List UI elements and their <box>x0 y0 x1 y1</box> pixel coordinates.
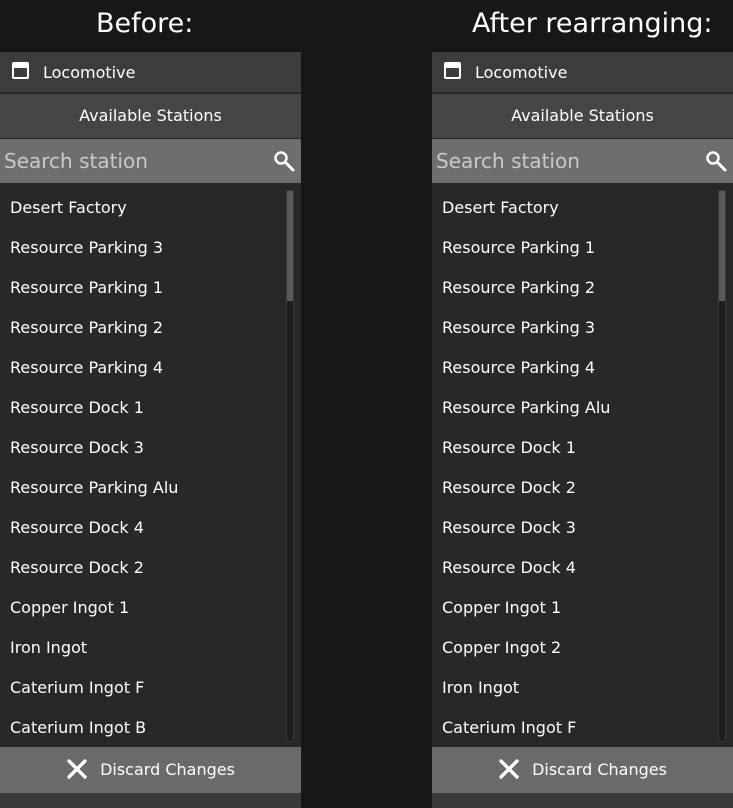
list-item[interactable]: Resource Parking 4 <box>0 348 286 388</box>
close-icon <box>499 758 519 779</box>
scrollbar[interactable] <box>286 190 294 742</box>
window-title: Locomotive <box>43 63 136 82</box>
search-icon[interactable] <box>273 150 295 172</box>
list-item[interactable]: Resource Dock 4 <box>432 548 718 588</box>
list-item[interactable]: Resource Parking 1 <box>432 228 718 268</box>
window-title-bar[interactable]: Locomotive <box>0 52 301 93</box>
station-list: Desert Factory Resource Parking 1 Resour… <box>432 188 718 746</box>
comparison-screenshot: Before: After rearranging: Locomotive Av… <box>0 0 733 808</box>
list-item[interactable]: Iron Ingot <box>0 628 286 668</box>
discard-button-label: Discard Changes <box>100 760 235 779</box>
list-item[interactable]: Resource Parking Alu <box>432 388 718 428</box>
list-item[interactable]: Copper Ingot 1 <box>0 588 286 628</box>
list-item[interactable]: Copper Ingot 1 <box>432 588 718 628</box>
list-item[interactable]: Resource Dock 3 <box>0 428 286 468</box>
list-item[interactable]: Resource Parking Alu <box>0 468 286 508</box>
panel-footer <box>0 793 301 808</box>
discard-changes-button[interactable]: Discard Changes <box>432 747 733 793</box>
list-item[interactable]: Resource Parking 1 <box>0 268 286 308</box>
search-input[interactable] <box>432 139 692 183</box>
list-item[interactable]: Resource Dock 2 <box>0 548 286 588</box>
panel-footer <box>432 793 733 808</box>
window-icon <box>12 62 29 79</box>
search-icon[interactable] <box>705 150 727 172</box>
window-title-bar[interactable]: Locomotive <box>432 52 733 93</box>
list-item[interactable]: Resource Parking 3 <box>432 308 718 348</box>
list-item[interactable]: Desert Factory <box>0 188 286 228</box>
search-bar <box>432 139 733 183</box>
list-item[interactable]: Resource Dock 3 <box>432 508 718 548</box>
list-item[interactable]: Copper Ingot 2 <box>432 628 718 668</box>
scrollbar[interactable] <box>718 190 726 742</box>
discard-button-label: Discard Changes <box>532 760 667 779</box>
list-item[interactable]: Resource Parking 4 <box>432 348 718 388</box>
list-item[interactable]: Resource Dock 1 <box>432 428 718 468</box>
close-icon <box>67 758 87 779</box>
window-title: Locomotive <box>475 63 568 82</box>
list-item[interactable]: Caterium Ingot B <box>0 708 286 746</box>
station-list: Desert Factory Resource Parking 3 Resour… <box>0 188 286 746</box>
list-item[interactable]: Desert Factory <box>432 188 718 228</box>
after-caption: After rearranging: <box>472 8 713 39</box>
scrollbar-thumb[interactable] <box>287 191 293 301</box>
list-item[interactable]: Resource Parking 2 <box>0 308 286 348</box>
list-item[interactable]: Resource Parking 3 <box>0 228 286 268</box>
window-icon <box>444 62 461 79</box>
list-item[interactable]: Caterium Ingot F <box>0 668 286 708</box>
list-item[interactable]: Resource Dock 4 <box>0 508 286 548</box>
search-input[interactable] <box>0 139 260 183</box>
discard-changes-button[interactable]: Discard Changes <box>0 747 301 793</box>
search-bar <box>0 139 301 183</box>
list-item[interactable]: Resource Parking 2 <box>432 268 718 308</box>
station-panel-before: Locomotive Available Stations Desert Fac… <box>0 52 301 808</box>
station-panel-after: Locomotive Available Stations Desert Fac… <box>432 52 733 808</box>
list-item[interactable]: Resource Dock 1 <box>0 388 286 428</box>
section-header: Available Stations <box>432 94 733 138</box>
list-item[interactable]: Iron Ingot <box>432 668 718 708</box>
list-item[interactable]: Caterium Ingot F <box>432 708 718 746</box>
before-caption: Before: <box>96 8 194 39</box>
scrollbar-thumb[interactable] <box>719 191 725 301</box>
list-item[interactable]: Resource Dock 2 <box>432 468 718 508</box>
section-header: Available Stations <box>0 94 301 138</box>
